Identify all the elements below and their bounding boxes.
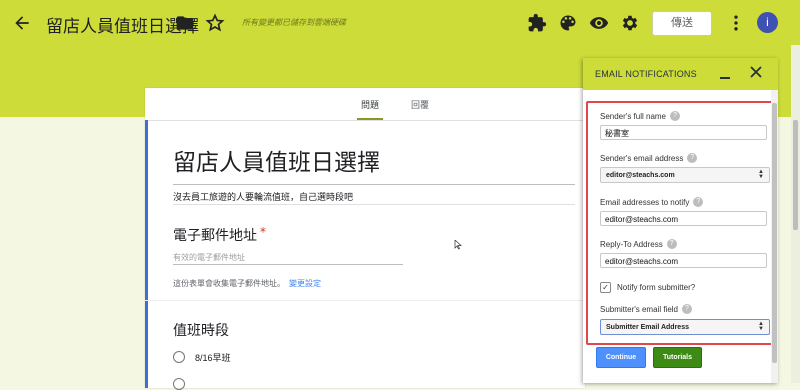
radio-button[interactable] [173, 378, 185, 390]
radio-option-label: 8/16早班 [195, 352, 231, 363]
panel-title: EMAIL NOTIFICATIONS [595, 69, 697, 79]
avatar[interactable]: i [757, 12, 778, 33]
active-tab-indicator [357, 118, 383, 120]
minimize-icon[interactable] [719, 66, 731, 80]
email-question[interactable]: 電子郵件地址 * [173, 225, 266, 245]
collect-email-note: 這份表單會收集電子郵件地址。 變更設定 [173, 278, 321, 289]
email-input-line [173, 264, 403, 265]
active-section-indicator [145, 120, 148, 388]
shift-question[interactable]: 值班時段 [173, 320, 229, 340]
required-mark: * [260, 225, 266, 239]
panel-scrollbar-thumb[interactable] [772, 103, 777, 363]
title-underline [173, 184, 575, 185]
submitter-field-label: Submitter's email field? [600, 304, 692, 314]
continue-button[interactable]: Continue [596, 347, 646, 368]
help-icon[interactable]: ? [670, 111, 681, 121]
close-icon[interactable] [749, 65, 763, 79]
tab-responses[interactable]: 回覆 [411, 98, 429, 111]
select-arrows-icon: ▲ ▼ [758, 321, 764, 332]
reply-to-input[interactable]: editor@steachs.com [600, 253, 767, 268]
email-notifications-panel: EMAIL NOTIFICATIONS Sender's full name? … [583, 58, 778, 383]
tab-questions[interactable]: 問題 [361, 98, 379, 111]
help-icon[interactable]: ? [687, 153, 698, 163]
sender-name-label-text: Sender's full name [600, 111, 667, 121]
notify-addresses-label: Email addresses to notify? [600, 197, 704, 207]
star-icon[interactable] [203, 11, 227, 35]
radio-option[interactable]: 8/16早班 [173, 350, 231, 364]
description-underline [173, 204, 575, 205]
eye-preview-icon[interactable] [587, 11, 611, 35]
notification-settings-box: Sender's full name? 秘書室 Sender's email a… [586, 101, 777, 345]
send-button[interactable]: 傳送 [652, 11, 712, 36]
reply-to-label-text: Reply-To Address [600, 239, 663, 249]
puzzle-addon-icon[interactable] [525, 11, 549, 35]
back-arrow-icon[interactable] [10, 11, 34, 35]
sender-email-select-value: editor@steachs.com [606, 172, 675, 179]
notify-submitter-label: Notify form submitter? [617, 283, 696, 292]
collect-note-text: 這份表單會收集電子郵件地址。 [173, 279, 285, 288]
sender-name-input[interactable]: 秘書室 [600, 125, 767, 140]
sender-email-label: Sender's email address? [600, 153, 698, 163]
sender-name-label: Sender's full name? [600, 111, 681, 121]
form-title[interactable]: 留店人員值班日選擇 [173, 143, 380, 177]
help-icon[interactable]: ? [693, 197, 704, 207]
more-vert-icon[interactable] [724, 11, 748, 35]
submitter-field-label-text: Submitter's email field [600, 304, 678, 314]
reply-to-label: Reply-To Address? [600, 239, 677, 249]
panel-header: EMAIL NOTIFICATIONS [583, 58, 778, 90]
folder-icon[interactable] [173, 11, 197, 35]
notify-submitter-checkbox[interactable]: ✓ [600, 282, 611, 293]
gear-icon[interactable] [618, 11, 642, 35]
palette-icon[interactable] [556, 11, 580, 35]
radio-button[interactable] [173, 351, 185, 363]
help-icon[interactable]: ? [666, 239, 677, 249]
sender-email-select[interactable]: editor@steachs.com ▲ ▼ [600, 167, 770, 183]
notify-submitter-row[interactable]: ✓ Notify form submitter? [600, 282, 695, 293]
help-icon[interactable]: ? [682, 304, 692, 314]
question-divider [145, 300, 585, 301]
form-card: 問題 回覆 留店人員值班日選擇 沒去員工旅遊的人要輪流值班，自己選時段吧 電子郵… [145, 88, 585, 390]
select-arrows-icon: ▲ ▼ [758, 169, 764, 180]
saved-status: 所有變更都已儲存到雲端硬碟 [242, 18, 346, 27]
top-bar: 留店人員值班日選擇 所有變更都已儲存到雲端硬碟 傳送 i [0, 0, 800, 45]
notify-addresses-label-text: Email addresses to notify [600, 197, 690, 207]
email-input-placeholder: 有效的電子郵件地址 [173, 253, 245, 262]
submitter-field-select[interactable]: Submitter Email Address ▲ ▼ [600, 319, 770, 335]
mouse-cursor-icon [454, 240, 462, 250]
tab-bar: 問題 回覆 [145, 88, 585, 121]
notify-addresses-input[interactable]: editor@steachs.com [600, 211, 767, 226]
submitter-field-select-value: Submitter Email Address [606, 324, 689, 331]
email-question-label: 電子郵件地址 [173, 228, 257, 244]
sender-email-label-text: Sender's email address [600, 153, 684, 163]
page-scrollbar-thumb[interactable] [793, 120, 798, 230]
form-description[interactable]: 沒去員工旅遊的人要輪流值班，自己選時段吧 [173, 190, 353, 203]
tutorials-button[interactable]: Tutorials [653, 347, 702, 368]
change-settings-link[interactable]: 變更設定 [289, 279, 321, 288]
